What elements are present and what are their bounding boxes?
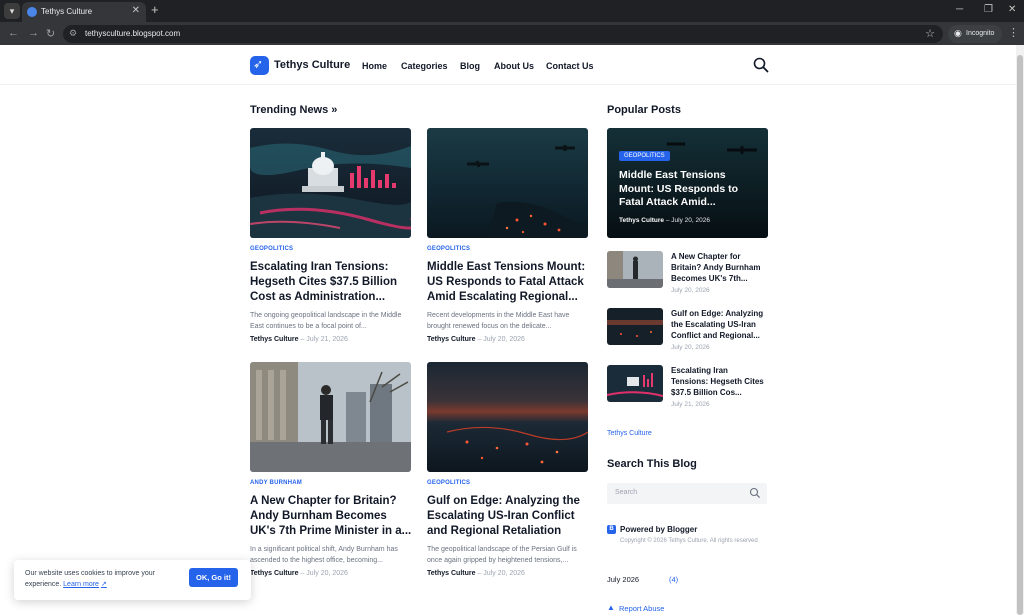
popular-post-thumbnail[interactable] — [607, 365, 663, 402]
card-title[interactable]: Middle East Tensions Mount: US Responds … — [427, 260, 591, 305]
card-image-capitol[interactable] — [250, 128, 411, 238]
favicon-icon — [27, 7, 37, 17]
card-date: July 21, 2026 — [306, 336, 348, 343]
card-excerpt: In a significant political shift, Andy B… — [250, 546, 398, 564]
card-title[interactable]: Escalating Iran Tensions: Hegseth Cites … — [250, 260, 414, 305]
featured-post-date: July 20, 2026 — [671, 217, 710, 224]
incognito-label: Incognito — [966, 30, 995, 37]
popular-post-title[interactable]: A New Chapter for Britain? Andy Burnham … — [671, 252, 767, 284]
incognito-icon: ◉ — [954, 28, 962, 38]
close-window-icon[interactable]: ✕ — [1008, 4, 1016, 15]
powered-by-blogger[interactable]: Powered by Blogger — [620, 525, 697, 534]
card-excerpt: The geopolitical landscape of the Persia… — [427, 546, 577, 564]
incognito-badge[interactable]: ◉ Incognito — [948, 25, 1002, 43]
card-meta: Tethys Culture – July 20, 2026 — [427, 570, 525, 577]
reload-icon[interactable]: ↻ — [46, 27, 55, 40]
report-abuse-link[interactable]: Report Abuse — [619, 604, 664, 613]
url-text[interactable]: tethysculture.blogspot.com — [85, 29, 180, 38]
featured-post-author[interactable]: Tethys Culture — [619, 217, 664, 224]
restore-icon[interactable]: ❐ — [984, 4, 993, 15]
featured-post-title[interactable]: Middle East Tensions Mount: US Responds … — [619, 169, 749, 210]
scrollbar-thumb[interactable] — [1017, 55, 1023, 615]
card-meta: Tethys Culture – July 20, 2026 — [427, 336, 525, 343]
popular-post-thumbnail[interactable] — [607, 251, 663, 288]
card-author[interactable]: Tethys Culture — [427, 570, 476, 577]
card-date: July 20, 2026 — [306, 570, 348, 577]
blog-search-input[interactable]: Search — [607, 483, 767, 504]
nav-about-us[interactable]: About Us — [494, 61, 534, 71]
card-category[interactable]: ANDY BURNHAM — [250, 480, 302, 486]
card-image-street[interactable] — [250, 362, 411, 472]
browser-menu-icon[interactable]: ⋮ — [1008, 26, 1019, 39]
tab-search-icon[interactable]: ▾ — [4, 3, 20, 19]
minimize-icon[interactable]: ─ — [956, 4, 963, 15]
search-submit-icon[interactable] — [749, 487, 761, 499]
close-tab-icon[interactable]: ✕ — [132, 5, 140, 16]
popular-post-date: July 21, 2026 — [671, 401, 710, 408]
omnibox[interactable]: ⚙ tethysculture.blogspot.com ☆ — [63, 25, 943, 43]
archive-count: (4) — [669, 575, 679, 584]
card-date: July 20, 2026 — [483, 570, 525, 577]
nav-contact-us[interactable]: Contact Us — [546, 61, 594, 71]
card-author[interactable]: Tethys Culture — [427, 336, 476, 343]
popular-posts-heading: Popular Posts — [607, 104, 681, 116]
logo-icon[interactable]: ➶ — [250, 56, 269, 75]
blog-home-link[interactable]: Tethys Culture — [607, 430, 652, 437]
learn-more-link[interactable]: Learn more — [63, 581, 99, 588]
popular-post-title[interactable]: Gulf on Edge: Analyzing the Escalating U… — [671, 309, 767, 341]
cookie-consent-banner: Our website uses cookies to improve your… — [14, 560, 251, 600]
card-title[interactable]: A New Chapter for Britain? Andy Burnham … — [250, 494, 414, 539]
trending-news-heading[interactable]: Trending News » — [250, 104, 337, 116]
card-image-aircraft[interactable] — [427, 128, 588, 238]
cookie-accept-button[interactable]: OK, Go it! — [189, 568, 238, 587]
page-scrollbar[interactable] — [1016, 45, 1024, 615]
search-blog-heading: Search This Blog — [607, 458, 697, 470]
card-category[interactable]: GEOPOLITICS — [427, 246, 470, 252]
card-meta: Tethys Culture – July 21, 2026 — [250, 336, 348, 343]
search-placeholder: Search — [615, 489, 638, 496]
card-category[interactable]: GEOPOLITICS — [250, 246, 293, 252]
popular-post-title[interactable]: Escalating Iran Tensions: Hegseth Cites … — [671, 366, 767, 398]
nav-home[interactable]: Home — [362, 61, 387, 71]
tab-title: Tethys Culture — [41, 7, 93, 16]
site-info-icon[interactable]: ⚙ — [69, 28, 77, 39]
back-icon[interactable]: ← — [8, 27, 19, 39]
card-excerpt: The ongoing geopolitical landscape in th… — [250, 312, 402, 330]
nav-categories[interactable]: Categories — [401, 61, 448, 71]
search-icon[interactable] — [752, 56, 770, 74]
blogger-icon[interactable]: B — [607, 525, 616, 534]
nav-blog[interactable]: Blog — [460, 61, 480, 71]
site-logo-text[interactable]: Tethys Culture — [274, 59, 350, 71]
copyright-text: Copyright © 2026 Tethys Culture. All rig… — [620, 538, 758, 544]
card-author[interactable]: Tethys Culture — [250, 336, 299, 343]
forward-icon[interactable]: → — [28, 27, 39, 39]
site-header: ➶ Tethys Culture Home Categories Blog Ab… — [0, 45, 1016, 85]
new-tab-icon[interactable]: + — [151, 2, 159, 17]
popular-post-thumbnail[interactable] — [607, 308, 663, 345]
bookmark-star-icon[interactable]: ☆ — [925, 27, 935, 40]
cookie-message: Our website uses cookies to improve your… — [25, 568, 175, 590]
card-title[interactable]: Gulf on Edge: Analyzing the Escalating U… — [427, 494, 591, 539]
warning-icon: ▲ — [607, 603, 615, 612]
external-link-icon: ↗ — [100, 581, 107, 588]
featured-post-category[interactable]: GEOPOLITICS — [619, 151, 670, 161]
card-image-gulf-night[interactable] — [427, 362, 588, 472]
card-author[interactable]: Tethys Culture — [250, 570, 299, 577]
browser-tab-bar: ▾ Tethys Culture ✕ + ─ ❐ ✕ — [0, 0, 1024, 22]
card-excerpt: Recent developments in the Middle East h… — [427, 312, 570, 330]
featured-post-meta: Tethys Culture – July 20, 2026 — [619, 217, 710, 224]
archive-month[interactable]: July 2026 — [607, 575, 639, 584]
card-category[interactable]: GEOPOLITICS — [427, 480, 470, 486]
browser-tab[interactable]: Tethys Culture ✕ — [22, 2, 146, 22]
address-bar: ← → ↻ ⚙ tethysculture.blogspot.com ☆ ◉ I… — [0, 22, 1024, 45]
popular-post-date: July 20, 2026 — [671, 344, 710, 351]
card-meta: Tethys Culture – July 20, 2026 — [250, 570, 348, 577]
popular-post-date: July 20, 2026 — [671, 287, 710, 294]
card-date: July 20, 2026 — [483, 336, 525, 343]
